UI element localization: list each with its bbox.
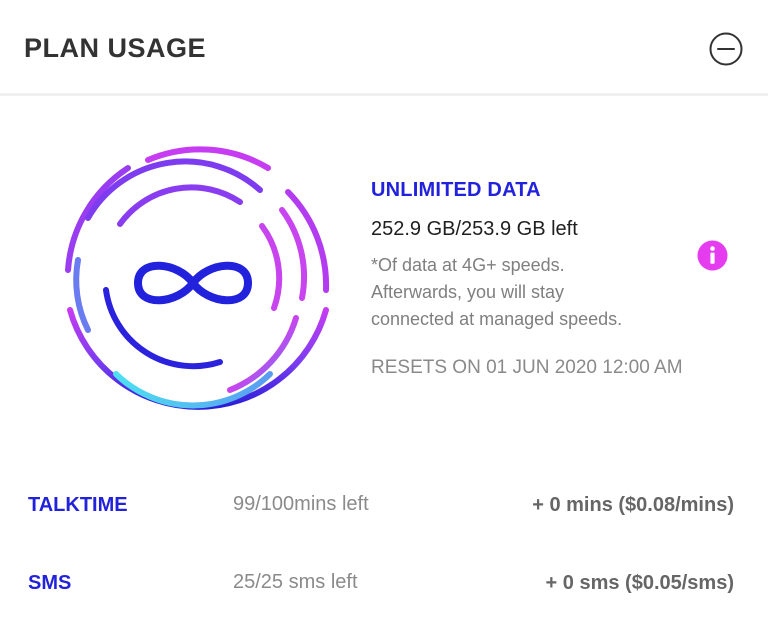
data-reset-date: RESETS ON 01 JUN 2020 12:00 AM (371, 357, 683, 378)
minus-circle-icon (709, 32, 743, 66)
page-title: PLAN USAGE (24, 33, 207, 63)
info-icon (697, 240, 728, 271)
data-plan-info: UNLIMITED DATA 252.9 GB/253.9 GB left *O… (371, 176, 701, 381)
sms-remaining: 25/25 sms left (233, 571, 358, 593)
plan-usage-header: PLAN USAGE (0, 0, 768, 96)
collapse-button[interactable] (709, 32, 743, 66)
talktime-label: TALKTIME (28, 494, 128, 516)
sms-label: SMS (28, 572, 72, 594)
infinity-icon (134, 261, 252, 305)
data-plan-title: UNLIMITED DATA (371, 179, 541, 201)
data-note-line: *Of data at 4G+ speeds. (371, 255, 565, 275)
data-speed-note: *Of data at 4G+ speeds. Afterwards, you … (371, 252, 701, 333)
talktime-topup[interactable]: + 0 mins ($0.08/mins) (532, 494, 734, 517)
data-usage-ring (50, 140, 336, 426)
sms-row: SMS 25/25 sms left + 0 sms ($0.05/sms) (0, 565, 768, 605)
talktime-row: TALKTIME 99/100mins left + 0 mins ($0.08… (0, 487, 768, 527)
info-button[interactable] (697, 240, 728, 271)
talktime-remaining: 99/100mins left (233, 493, 369, 515)
sms-topup[interactable]: + 0 sms ($0.05/sms) (546, 572, 734, 595)
data-remaining: 252.9 GB/253.9 GB left (371, 218, 578, 240)
data-note-line: Afterwards, you will stay (371, 282, 565, 302)
data-note-line: connected at managed speeds. (371, 309, 623, 329)
